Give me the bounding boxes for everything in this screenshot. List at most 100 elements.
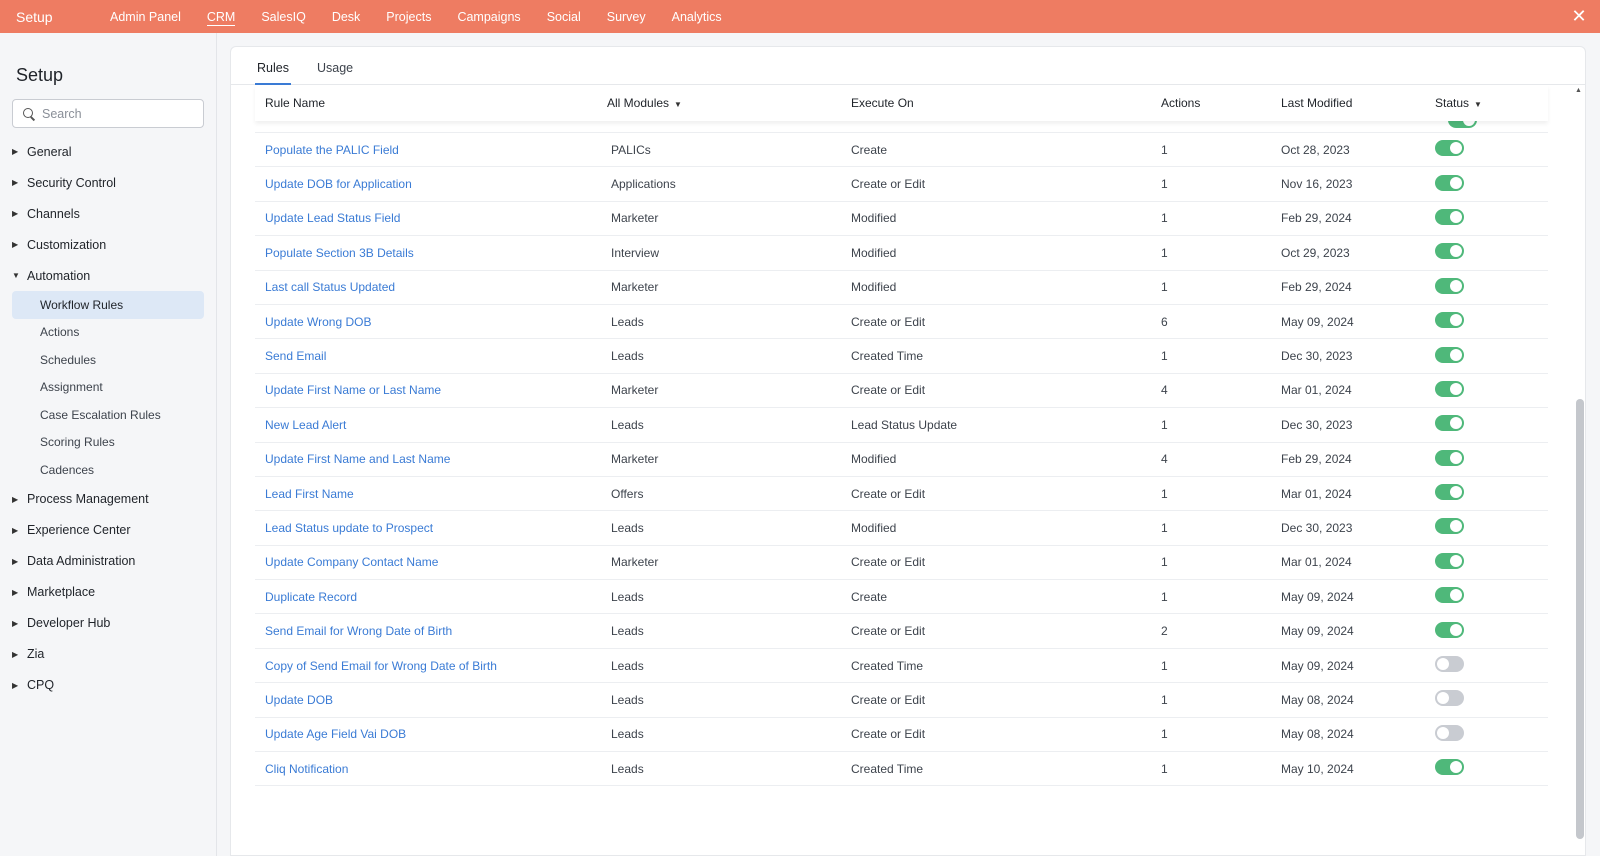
nav-tab-campaigns[interactable]: Campaigns bbox=[457, 0, 520, 33]
status-toggle[interactable] bbox=[1435, 621, 1464, 638]
status-toggle[interactable] bbox=[1435, 208, 1464, 225]
sidebar-section-cpq[interactable]: ▶ CPQ bbox=[0, 670, 217, 701]
status-toggle[interactable] bbox=[1435, 724, 1464, 741]
rule-name-link[interactable]: Populate Section 3B Details bbox=[265, 246, 414, 260]
table-row: Cliq Notification Leads Created Time 1 May 1… bbox=[255, 752, 1548, 787]
actions-count-cell: 1 bbox=[1161, 280, 1168, 295]
col-status-label: Status bbox=[1435, 96, 1470, 110]
actions-count-cell: 1 bbox=[1161, 211, 1168, 226]
search-box[interactable] bbox=[12, 99, 204, 128]
sidebar-section-developer-hub[interactable]: ▶ Developer Hub bbox=[0, 608, 217, 639]
tab-rules[interactable]: Rules bbox=[255, 61, 291, 85]
execute-on-cell: Create or Edit bbox=[851, 177, 926, 192]
nav-tab-desk[interactable]: Desk bbox=[332, 0, 360, 33]
last-modified-cell: Nov 16, 2023 bbox=[1281, 177, 1353, 192]
execute-on-cell: Create or Edit bbox=[851, 383, 926, 398]
table-row: Update First Name and Last Name Marketer M… bbox=[255, 443, 1548, 477]
status-toggle[interactable] bbox=[1435, 380, 1464, 397]
status-toggle[interactable] bbox=[1435, 243, 1464, 260]
status-toggle[interactable] bbox=[1435, 656, 1464, 673]
status-toggle[interactable] bbox=[1435, 346, 1464, 363]
rule-name-cell: Update Company Contact Name bbox=[255, 555, 607, 569]
nav-tab-admin-panel[interactable]: Admin Panel bbox=[110, 0, 181, 33]
nav-tab-crm[interactable]: CRM bbox=[206, 0, 236, 33]
sidebar-section-marketplace[interactable]: ▶ Marketplace bbox=[0, 577, 217, 608]
status-toggle[interactable] bbox=[1435, 140, 1464, 157]
module-cell: Applications bbox=[611, 177, 676, 192]
table-row: Send Email for Wrong Date of Birth Leads C… bbox=[255, 614, 1548, 649]
rule-name-link[interactable]: Send Email for Wrong Date of Birth bbox=[265, 624, 452, 638]
status-toggle[interactable] bbox=[1435, 552, 1464, 569]
sidebar-section-experience-center[interactable]: ▶ Experience Center bbox=[0, 515, 217, 546]
rule-name-link[interactable]: Update DOB bbox=[265, 693, 333, 707]
last-modified-cell: May 09, 2024 bbox=[1281, 624, 1354, 639]
sidebar-item-workflow-rules[interactable]: Workflow Rules bbox=[12, 291, 204, 319]
execute-on-cell: Modified bbox=[851, 280, 897, 295]
rule-name-link[interactable]: Cliq Notification bbox=[265, 762, 348, 776]
sidebar-section-zia[interactable]: ▶ Zia bbox=[0, 639, 217, 670]
sidebar-item-schedules[interactable]: Schedules bbox=[0, 346, 217, 374]
sidebar-section-process-management[interactable]: ▶ Process Management bbox=[0, 484, 217, 515]
nav-tab-salesiq[interactable]: SalesIQ bbox=[261, 0, 305, 33]
sidebar-section-channels[interactable]: ▶ Channels bbox=[0, 198, 217, 229]
status-toggle[interactable] bbox=[1435, 449, 1464, 466]
status-toggle[interactable] bbox=[1435, 518, 1464, 535]
status-toggle[interactable] bbox=[1435, 277, 1464, 294]
rule-name-link[interactable]: Send Email bbox=[265, 349, 326, 363]
rule-name-link[interactable]: New Lead Alert bbox=[265, 418, 346, 432]
table-row: Update DOB for Application Applications Cr… bbox=[255, 167, 1548, 202]
sidebar-item-case-escalation-rules[interactable]: Case Escalation Rules bbox=[0, 401, 217, 429]
scrollbar[interactable]: ▲ bbox=[1574, 87, 1584, 847]
status-toggle[interactable] bbox=[1435, 484, 1464, 501]
sidebar-section-customization[interactable]: ▶ Customization bbox=[0, 229, 217, 260]
rule-name-link[interactable]: Last call Status Updated bbox=[265, 280, 395, 294]
status-toggle[interactable] bbox=[1435, 587, 1464, 604]
sidebar-item-actions[interactable]: Actions bbox=[0, 319, 217, 347]
col-modules-filter[interactable]: All Modules ▼ bbox=[607, 96, 849, 110]
rule-name-link[interactable]: Lead Status update to Prospect bbox=[265, 521, 433, 535]
tab-usage[interactable]: Usage bbox=[317, 61, 353, 84]
sidebar-item-cadences[interactable]: Cadences bbox=[0, 456, 217, 484]
last-modified-cell: Dec 30, 2023 bbox=[1281, 417, 1353, 432]
module-cell: Marketer bbox=[611, 555, 659, 570]
sidebar-section-general[interactable]: ▶ General bbox=[0, 136, 217, 167]
sidebar-section-automation[interactable]: ▼ Automation bbox=[0, 260, 217, 291]
nav-tab-survey[interactable]: Survey bbox=[607, 0, 646, 33]
sidebar-section-security-control[interactable]: ▶ Security Control bbox=[0, 167, 217, 198]
sidebar-section-data-administration[interactable]: ▶ Data Administration bbox=[0, 546, 217, 577]
caret-down-icon[interactable]: ▼ bbox=[674, 100, 682, 109]
rule-name-link[interactable]: Update Company Contact Name bbox=[265, 555, 438, 569]
status-toggle[interactable] bbox=[1435, 690, 1464, 707]
rule-name-link[interactable]: Update First Name or Last Name bbox=[265, 383, 441, 397]
sidebar-item-scoring-rules[interactable]: Scoring Rules bbox=[0, 429, 217, 457]
nav-tab-projects[interactable]: Projects bbox=[386, 0, 431, 33]
sidebar-item-assignment[interactable]: Assignment bbox=[0, 374, 217, 402]
rule-name-link[interactable]: Update DOB for Application bbox=[265, 177, 412, 191]
rule-name-link[interactable]: Update Wrong DOB bbox=[265, 315, 372, 329]
status-toggle[interactable] bbox=[1435, 415, 1464, 432]
rule-name-link[interactable]: Copy of Send Email for Wrong Date of Bir… bbox=[265, 659, 497, 673]
rule-name-link[interactable]: Lead First Name bbox=[265, 487, 354, 501]
execute-on-cell: Create or Edit bbox=[851, 314, 926, 329]
col-status-filter[interactable]: Status ▼ bbox=[1431, 96, 1531, 110]
status-toggle[interactable] bbox=[1435, 174, 1464, 191]
actions-count-cell: 6 bbox=[1161, 314, 1168, 329]
caret-down-icon[interactable]: ▼ bbox=[1474, 100, 1482, 109]
rule-name-cell: Populate Section 3B Details bbox=[255, 246, 607, 260]
nav-tab-analytics[interactable]: Analytics bbox=[672, 0, 722, 33]
scrollbar-thumb[interactable] bbox=[1576, 399, 1584, 839]
status-cell bbox=[1431, 552, 1531, 572]
rule-name-link[interactable]: Populate the PALIC Field bbox=[265, 143, 399, 157]
search-input[interactable] bbox=[42, 106, 202, 121]
module-cell: Offers bbox=[611, 486, 644, 501]
scroll-up-icon[interactable]: ▲ bbox=[1575, 87, 1582, 94]
status-toggle[interactable] bbox=[1435, 312, 1464, 329]
rule-name-link[interactable]: Update Lead Status Field bbox=[265, 211, 400, 225]
status-toggle[interactable] bbox=[1435, 759, 1464, 776]
close-icon[interactable]: ✕ bbox=[1570, 7, 1588, 25]
status-toggle[interactable] bbox=[1448, 121, 1477, 128]
rule-name-link[interactable]: Duplicate Record bbox=[265, 590, 357, 604]
rule-name-link[interactable]: Update Age Field Vai DOB bbox=[265, 727, 406, 741]
nav-tab-social[interactable]: Social bbox=[547, 0, 581, 33]
rule-name-link[interactable]: Update First Name and Last Name bbox=[265, 452, 450, 466]
